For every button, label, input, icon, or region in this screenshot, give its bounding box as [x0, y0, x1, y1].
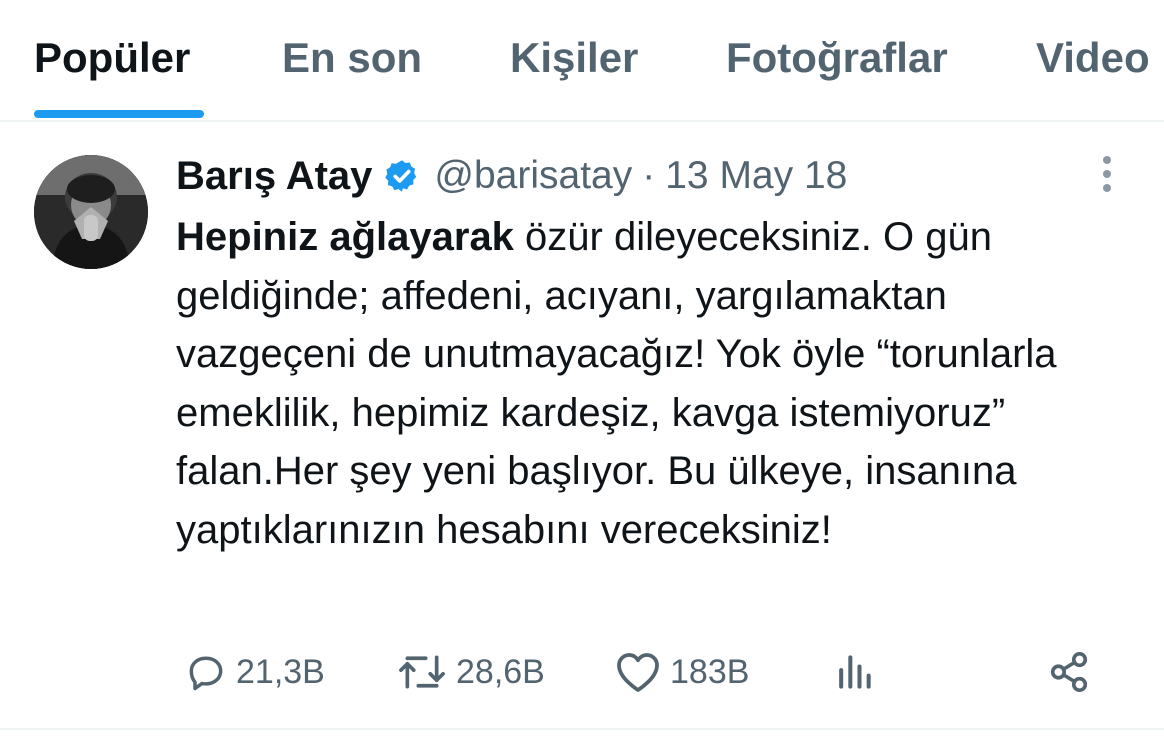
share-button[interactable] — [1046, 648, 1092, 696]
tweet-timestamp[interactable]: 13 May 18 — [665, 154, 847, 198]
reply-icon — [189, 656, 223, 691]
like-count: 183B — [670, 652, 750, 691]
tab-videos[interactable]: Video — [1036, 34, 1150, 82]
search-tabs: Popüler En son Kişiler Fotoğraflar Video — [0, 0, 1164, 122]
retweet-count: 28,6B — [456, 652, 545, 691]
header-separator: · — [642, 154, 656, 197]
author-handle[interactable]: @barisatay — [434, 154, 632, 198]
avatar-image — [34, 155, 148, 269]
tweet-text-bold: Hepiniz ağlayarak — [176, 215, 514, 259]
verified-badge-icon — [385, 160, 417, 192]
tab-people[interactable]: Kişiler — [510, 34, 638, 82]
tab-latest[interactable]: En son — [282, 34, 422, 82]
heart-icon — [617, 653, 659, 692]
views-button[interactable] — [832, 648, 876, 696]
tweet-text: Hepiniz ağlayarak özür dileyeceksiniz. O… — [176, 208, 1136, 560]
views-icon — [839, 655, 871, 689]
more-vertical-icon[interactable] — [1092, 152, 1122, 196]
retweet-icon — [399, 655, 445, 689]
active-tab-indicator — [34, 110, 204, 118]
tab-photos[interactable]: Fotoğraflar — [726, 34, 948, 82]
tweet-header: Barış Atay @barisatay · 13 May 18 — [176, 152, 847, 200]
bottom-divider — [0, 728, 1164, 730]
tab-popular[interactable]: Popüler — [34, 34, 190, 82]
author-name[interactable]: Barış Atay — [176, 154, 372, 199]
retweet-button[interactable]: 28,6B — [396, 648, 545, 696]
reply-button[interactable]: 21,3B — [184, 648, 325, 696]
share-icon — [1050, 651, 1088, 693]
tweet-text-body: özür dileyeceksiniz. O gün geldiğinde; a… — [176, 215, 1057, 552]
reply-count: 21,3B — [236, 652, 325, 691]
like-button[interactable]: 183B — [614, 648, 749, 696]
avatar[interactable] — [34, 155, 148, 269]
